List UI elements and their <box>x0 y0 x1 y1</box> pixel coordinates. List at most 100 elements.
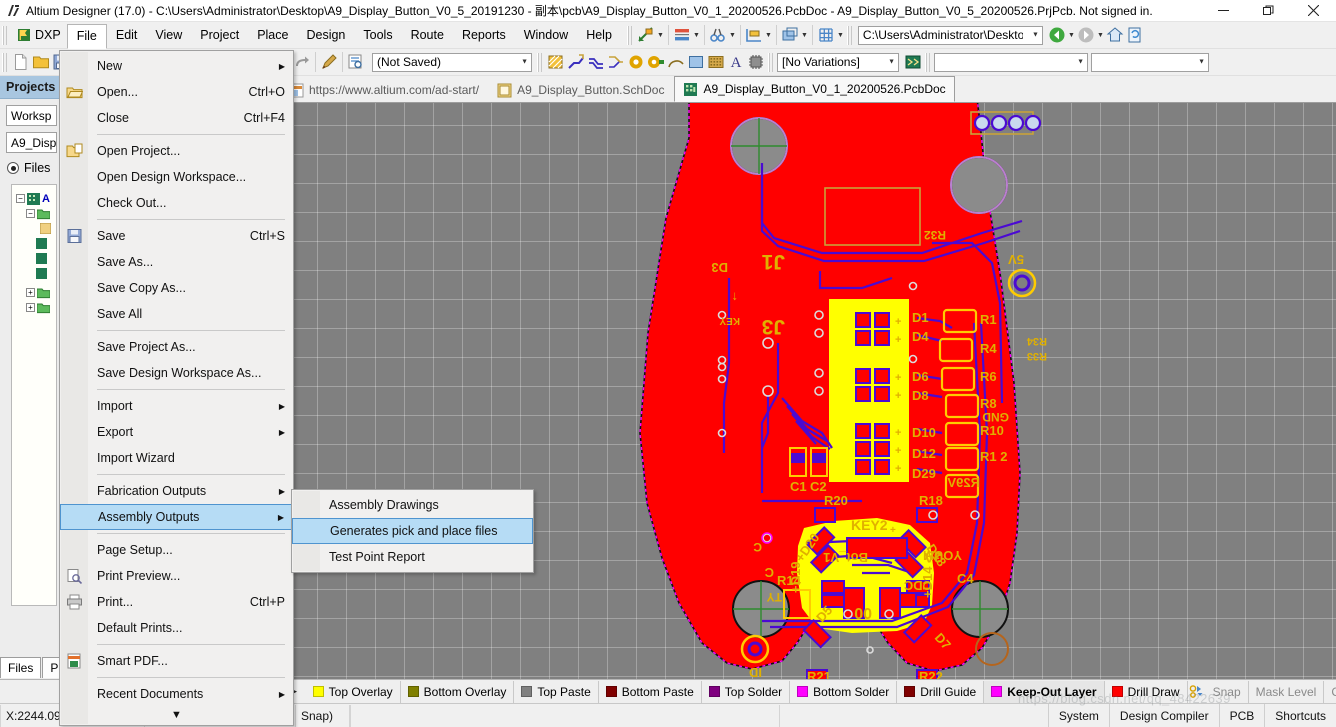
inspector-icon[interactable] <box>346 52 366 72</box>
menu-edit[interactable]: Edit <box>107 24 147 47</box>
place-component-icon[interactable] <box>746 52 766 72</box>
menu-design[interactable]: Design <box>297 24 354 47</box>
file-menu-item-new[interactable]: New ▶ <box>60 53 293 79</box>
path-combo[interactable]: C:\Users\Administrator\Desktop ▼ <box>857 25 1043 45</box>
file-menu-item-save[interactable]: Save Ctrl+S <box>60 223 293 249</box>
file-menu-item-save-project-as[interactable]: Save Project As... <box>60 334 293 360</box>
interactive-route-icon[interactable] <box>566 52 586 72</box>
tree-expander-icon-3[interactable]: + <box>26 288 35 297</box>
align-objects-icon[interactable] <box>672 25 692 45</box>
room-icon[interactable] <box>780 25 800 45</box>
menu-reports[interactable]: Reports <box>453 24 515 47</box>
file-menu-item-save-as[interactable]: Save As... <box>60 249 293 275</box>
menu-scroll-down-button[interactable]: ▼ <box>60 707 293 723</box>
empty-combo-1[interactable]: ▼ <box>934 52 1088 72</box>
layer-tab-bottom-solder[interactable]: Bottom Solder <box>790 680 898 703</box>
file-menu-dropdown[interactable]: New ▶ Open... Ctrl+O Close Ctrl+F4 Open Projec… <box>59 50 294 726</box>
menu-help[interactable]: Help <box>577 24 621 47</box>
chevron-down-icon-back[interactable]: ▼ <box>1067 25 1076 45</box>
chevron-down-icon-e1[interactable]: ▼ <box>1077 59 1084 66</box>
layer-bar-button-mask-level[interactable]: Mask Level <box>1249 680 1325 703</box>
tree-node-folder-3[interactable]: + <box>14 300 56 315</box>
toolbar-grip-2[interactable] <box>626 25 634 45</box>
chevron-down-icon-1[interactable]: ▼ <box>656 25 665 45</box>
chevron-down-icon-path[interactable]: ▼ <box>1032 32 1039 39</box>
chevron-down-icon-notsaved[interactable]: ▼ <box>521 59 528 66</box>
dimension-icon[interactable] <box>744 25 764 45</box>
layer-tab-keep-out-layer[interactable]: Keep-Out Layer <box>984 680 1105 703</box>
variant-combo[interactable]: [No Variations] ▼ <box>777 52 899 72</box>
home-icon[interactable] <box>1105 25 1125 45</box>
layer-tab-bottom-paste[interactable]: Bottom Paste <box>599 680 702 703</box>
file-menu-item-save-all[interactable]: Save All <box>60 301 293 327</box>
document-tab-2[interactable]: A9_Display_Button_V0_1_20200526.PcbDoc <box>674 76 955 102</box>
files-view-radio[interactable]: Files <box>7 161 61 175</box>
project-tree[interactable]: − A − + + <box>11 184 57 606</box>
chevron-down-icon-5[interactable]: ▼ <box>800 25 809 45</box>
file-menu-item-check-out[interactable]: Check Out... <box>60 190 293 216</box>
back-navigate-icon[interactable] <box>1047 25 1067 45</box>
file-menu-item-save-copy-as[interactable]: Save Copy As... <box>60 275 293 301</box>
redo-icon[interactable] <box>292 52 312 72</box>
file-menu-item-export[interactable]: Export ▶ <box>60 419 293 445</box>
file-menu-item-print[interactable]: Print... Ctrl+P <box>60 589 293 615</box>
file-menu-item-open[interactable]: Open... Ctrl+O <box>60 79 293 105</box>
layer-tab-bottom-overlay[interactable]: Bottom Overlay <box>401 680 515 703</box>
assembly-submenu-item-assembly-drawings[interactable]: Assembly Drawings <box>292 492 533 518</box>
menu-file[interactable]: File <box>66 23 107 49</box>
file-menu-item-import[interactable]: Import ▶ <box>60 393 293 419</box>
forward-navigate-icon[interactable] <box>1076 25 1096 45</box>
toolbar-grip-3[interactable] <box>846 25 854 45</box>
assembly-submenu-item-generates-pick-and-place-files[interactable]: Generates pick and place files <box>292 518 533 544</box>
refresh-page-icon[interactable] <box>1125 25 1145 45</box>
layer-tab-top-paste[interactable]: Top Paste <box>514 680 599 703</box>
differential-pair-route-icon[interactable] <box>586 52 606 72</box>
file-menu-item-close[interactable]: Close Ctrl+F4 <box>60 105 293 131</box>
chevron-down-icon-e2[interactable]: ▼ <box>1198 59 1205 66</box>
tb2-grip-4[interactable] <box>925 52 932 72</box>
tree-expander-icon-2[interactable]: − <box>26 209 35 218</box>
tb2-grip-1[interactable] <box>2 52 9 72</box>
file-menu-item-assembly-outputs[interactable]: Assembly Outputs ▶ <box>60 504 293 530</box>
tree-node-file-2[interactable] <box>14 236 56 251</box>
menu-tools[interactable]: Tools <box>354 24 401 47</box>
status-tab-design-compiler[interactable]: Design Compiler <box>1108 703 1219 727</box>
file-menu-item-smart-pdf[interactable]: Smart PDF... <box>60 648 293 674</box>
dxp-menu-button[interactable]: DXP <box>11 24 67 47</box>
tree-node-project[interactable]: − A <box>14 191 56 206</box>
place-polygon-icon[interactable] <box>706 52 726 72</box>
file-menu-item-import-wizard[interactable]: Import Wizard <box>60 445 293 471</box>
chevron-down-icon-fwd[interactable]: ▼ <box>1096 25 1105 45</box>
menu-project[interactable]: Project <box>191 24 248 47</box>
place-fill-icon[interactable] <box>686 52 706 72</box>
tree-expander-icon-4[interactable]: + <box>26 303 35 312</box>
place-string-icon[interactable]: A <box>726 52 746 72</box>
place-arc-icon[interactable] <box>666 52 686 72</box>
chevron-down-icon-4[interactable]: ▼ <box>764 25 773 45</box>
polygon-pour-icon[interactable] <box>546 52 566 72</box>
minimize-icon[interactable] <box>1201 0 1246 22</box>
file-menu-item-recent-documents[interactable]: Recent Documents ▶ <box>60 681 293 707</box>
file-menu-item-save-design-workspace-as[interactable]: Save Design Workspace As... <box>60 360 293 386</box>
maximize-icon[interactable] <box>1246 0 1291 22</box>
route-multiple-nets-icon[interactable] <box>606 52 626 72</box>
layer-bar-button-snap[interactable]: Snap <box>1206 680 1249 703</box>
place-via-icon[interactable] <box>626 52 646 72</box>
tree-node-file-1[interactable] <box>14 221 56 236</box>
layer-bar-button-clear[interactable]: Clear <box>1324 681 1336 703</box>
empty-combo-2[interactable]: ▼ <box>1091 52 1209 72</box>
menu-route[interactable]: Route <box>402 24 453 47</box>
grid-icon[interactable] <box>816 25 836 45</box>
layer-tab-drill-guide[interactable]: Drill Guide <box>897 680 985 703</box>
file-menu-item-open-project[interactable]: Open Project... <box>60 138 293 164</box>
tree-node-folder-2[interactable]: + <box>14 285 56 300</box>
chevron-down-icon-2[interactable]: ▼ <box>692 25 701 45</box>
edit-pencil-icon[interactable] <box>319 52 339 72</box>
not-saved-combo[interactable]: (Not Saved) ▼ <box>372 52 532 72</box>
menu-place[interactable]: Place <box>248 24 297 47</box>
layer-tab-top-overlay[interactable]: Top Overlay <box>306 680 401 703</box>
tree-node-file-4[interactable] <box>14 266 56 281</box>
assembly-outputs-submenu[interactable]: Assembly Drawings Generates pick and plac… <box>291 489 534 573</box>
find-similar-icon[interactable] <box>708 25 728 45</box>
file-menu-item-print-preview[interactable]: Print Preview... <box>60 563 293 589</box>
